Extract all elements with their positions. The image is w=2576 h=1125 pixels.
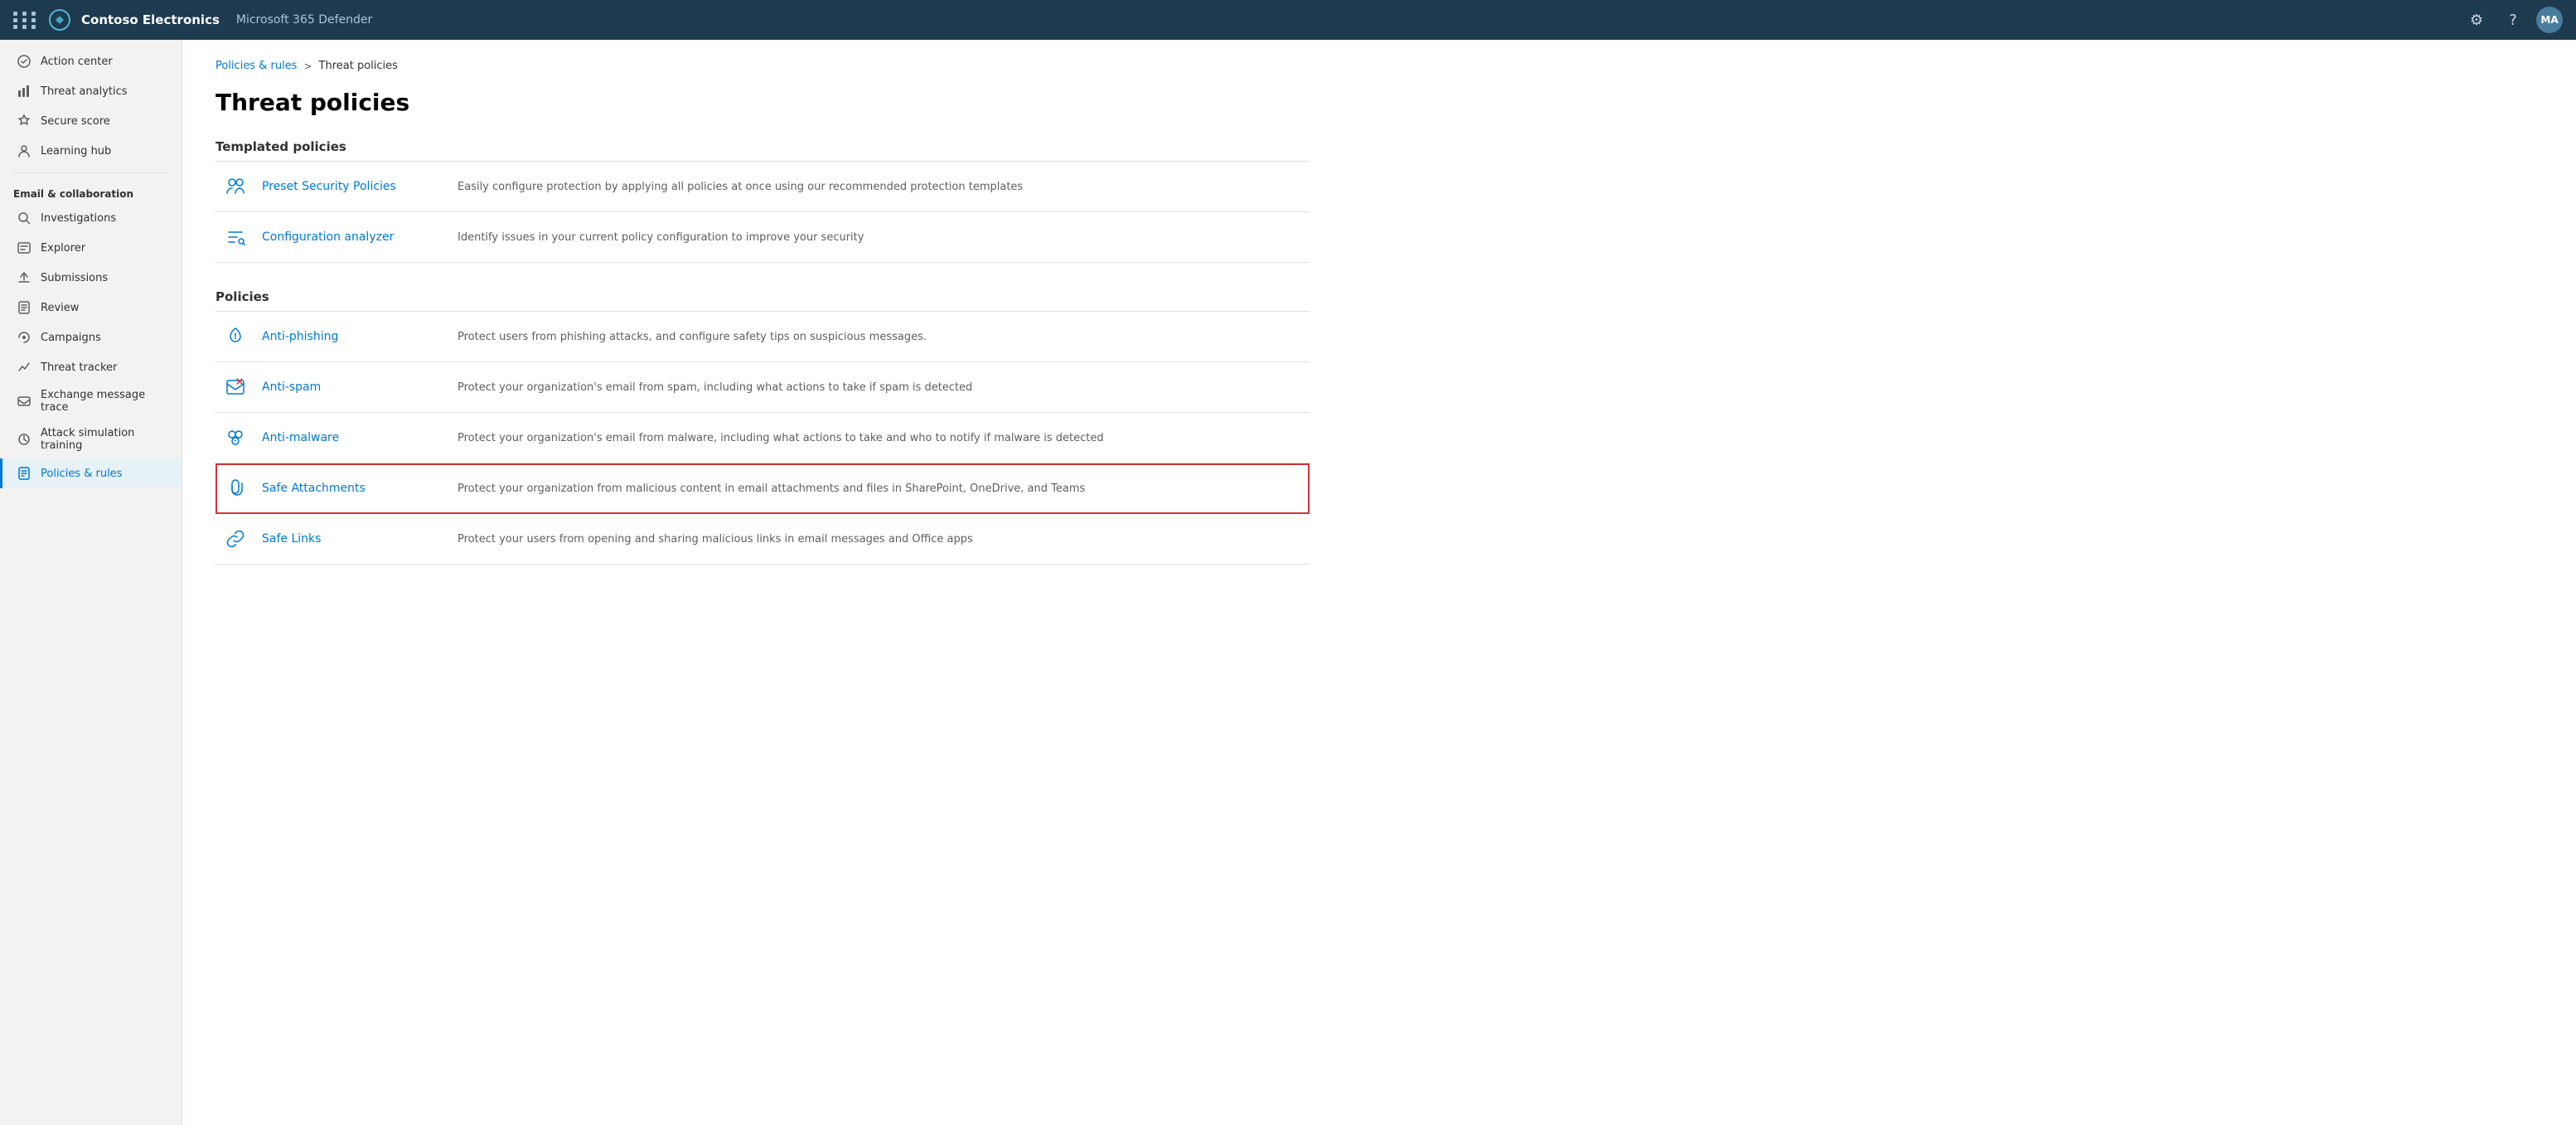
policy-row-preset-security[interactable]: Preset Security Policies Easily configur… [215,162,1310,212]
breadcrumb-current: Threat policies [319,60,398,72]
policy-row-safe-attachments[interactable]: Safe Attachments Protect your organizati… [215,463,1310,514]
app-launcher-button[interactable] [13,12,38,29]
help-icon[interactable]: ? [2500,7,2526,33]
topbar: Contoso Electronics Microsoft 365 Defend… [0,0,2576,40]
sidebar-label: Learning hub [41,145,111,158]
threat-tracker-icon [16,359,32,376]
preset-security-icon [222,173,249,200]
sidebar-item-threat-tracker[interactable]: Threat tracker [0,352,182,382]
sidebar-label: Policies & rules [41,468,122,480]
company-name: Contoso Electronics [81,12,220,27]
policy-row-anti-spam[interactable]: Anti-spam Protect your organization's em… [215,362,1310,413]
sidebar-item-threat-analytics[interactable]: Threat analytics [0,76,182,106]
policy-description: Protect users from phishing attacks, and… [458,331,1303,343]
policy-name[interactable]: Preset Security Policies [262,180,444,193]
sidebar-label: Threat tracker [41,361,117,374]
templated-policies-section-title: Templated policies [215,139,1310,154]
sidebar-section-email: Email & collaboration [0,180,182,203]
policy-description: Protect your organization's email from s… [458,381,1303,394]
sidebar-label: Explorer [41,242,85,255]
main-content: Policies & rules > Threat policies Threa… [182,40,2576,1125]
sidebar-item-submissions[interactable]: Submissions [0,263,182,293]
sidebar-divider [13,172,168,173]
page-title: Threat policies [215,89,1310,116]
sidebar-item-campaigns[interactable]: Campaigns [0,322,182,352]
learning-hub-icon [16,143,32,159]
sidebar-item-review[interactable]: Review [0,293,182,322]
app-name: Microsoft 365 Defender [236,13,372,27]
settings-icon[interactable]: ⚙ [2463,7,2490,33]
sidebar-item-action-center[interactable]: Action center [0,46,182,76]
policy-name[interactable]: Anti-malware [262,431,444,444]
policy-name[interactable]: Safe Attachments [262,482,444,495]
policy-list: Anti-phishing Protect users from phishin… [215,311,1310,565]
submissions-icon [16,269,32,286]
policy-row-anti-phishing[interactable]: Anti-phishing Protect users from phishin… [215,312,1310,362]
breadcrumb-separator: > [303,61,312,72]
sidebar-item-secure-score[interactable]: Secure score [0,106,182,136]
templated-policy-list: Preset Security Policies Easily configur… [215,161,1310,263]
content-area: Policies & rules > Threat policies Threa… [182,40,1343,611]
policy-name[interactable]: Configuration analyzer [262,230,444,244]
sidebar-item-policies-rules[interactable]: Policies & rules [0,458,182,488]
action-center-icon [16,53,32,70]
sidebar-item-investigations[interactable]: Investigations [0,203,182,233]
config-analyzer-icon [222,224,249,250]
policy-name[interactable]: Anti-phishing [262,330,444,343]
sidebar-item-explorer[interactable]: Explorer [0,233,182,263]
sidebar-label: Review [41,302,79,314]
user-avatar[interactable]: MA [2536,7,2563,33]
policies-section-title: Policies [215,289,1310,304]
sidebar-label: Secure score [41,115,110,128]
sidebar-label: Threat analytics [41,85,128,98]
policy-name[interactable]: Safe Links [262,532,444,546]
sidebar-label: Submissions [41,272,108,284]
attack-simulation-icon [16,431,32,448]
investigations-icon [16,210,32,226]
threat-analytics-icon [16,83,32,99]
sidebar-label: Investigations [41,212,116,225]
sidebar-label: Campaigns [41,332,101,344]
explorer-icon [16,240,32,256]
breadcrumb-link[interactable]: Policies & rules [215,60,297,72]
review-icon [16,299,32,316]
exchange-icon [16,393,32,410]
secure-score-icon [16,113,32,129]
policy-description: Easily configure protection by applying … [458,181,1303,193]
policy-name[interactable]: Anti-spam [262,381,444,394]
policy-row-safe-links[interactable]: Safe Links Protect your users from openi… [215,514,1310,565]
layout: Action center Threat analytics Secure sc… [0,40,2576,1125]
safe-attachments-icon [222,475,249,502]
sidebar-item-learning-hub[interactable]: Learning hub [0,136,182,166]
sidebar-label: Action center [41,56,113,68]
sidebar-label: Exchange message trace [41,389,168,414]
policies-rules-icon [16,465,32,482]
policy-description: Protect your organization from malicious… [458,482,1303,495]
safe-links-icon [222,526,249,552]
policy-description: Identify issues in your current policy c… [458,231,1303,244]
policy-description: Protect your organization's email from m… [458,432,1303,444]
anti-malware-icon [222,424,249,451]
breadcrumb: Policies & rules > Threat policies [215,60,1310,72]
campaigns-icon [16,329,32,346]
sidebar: Action center Threat analytics Secure sc… [0,40,182,1125]
policy-row-config-analyzer[interactable]: Configuration analyzer Identify issues i… [215,212,1310,263]
company-logo [48,8,71,32]
sidebar-item-exchange-message-trace[interactable]: Exchange message trace [0,382,182,420]
policy-row-anti-malware[interactable]: Anti-malware Protect your organization's… [215,413,1310,463]
policy-description: Protect your users from opening and shar… [458,533,1303,546]
anti-phishing-icon [222,323,249,350]
sidebar-label: Attack simulation training [41,427,168,452]
anti-spam-icon [222,374,249,400]
sidebar-item-attack-simulation[interactable]: Attack simulation training [0,420,182,458]
